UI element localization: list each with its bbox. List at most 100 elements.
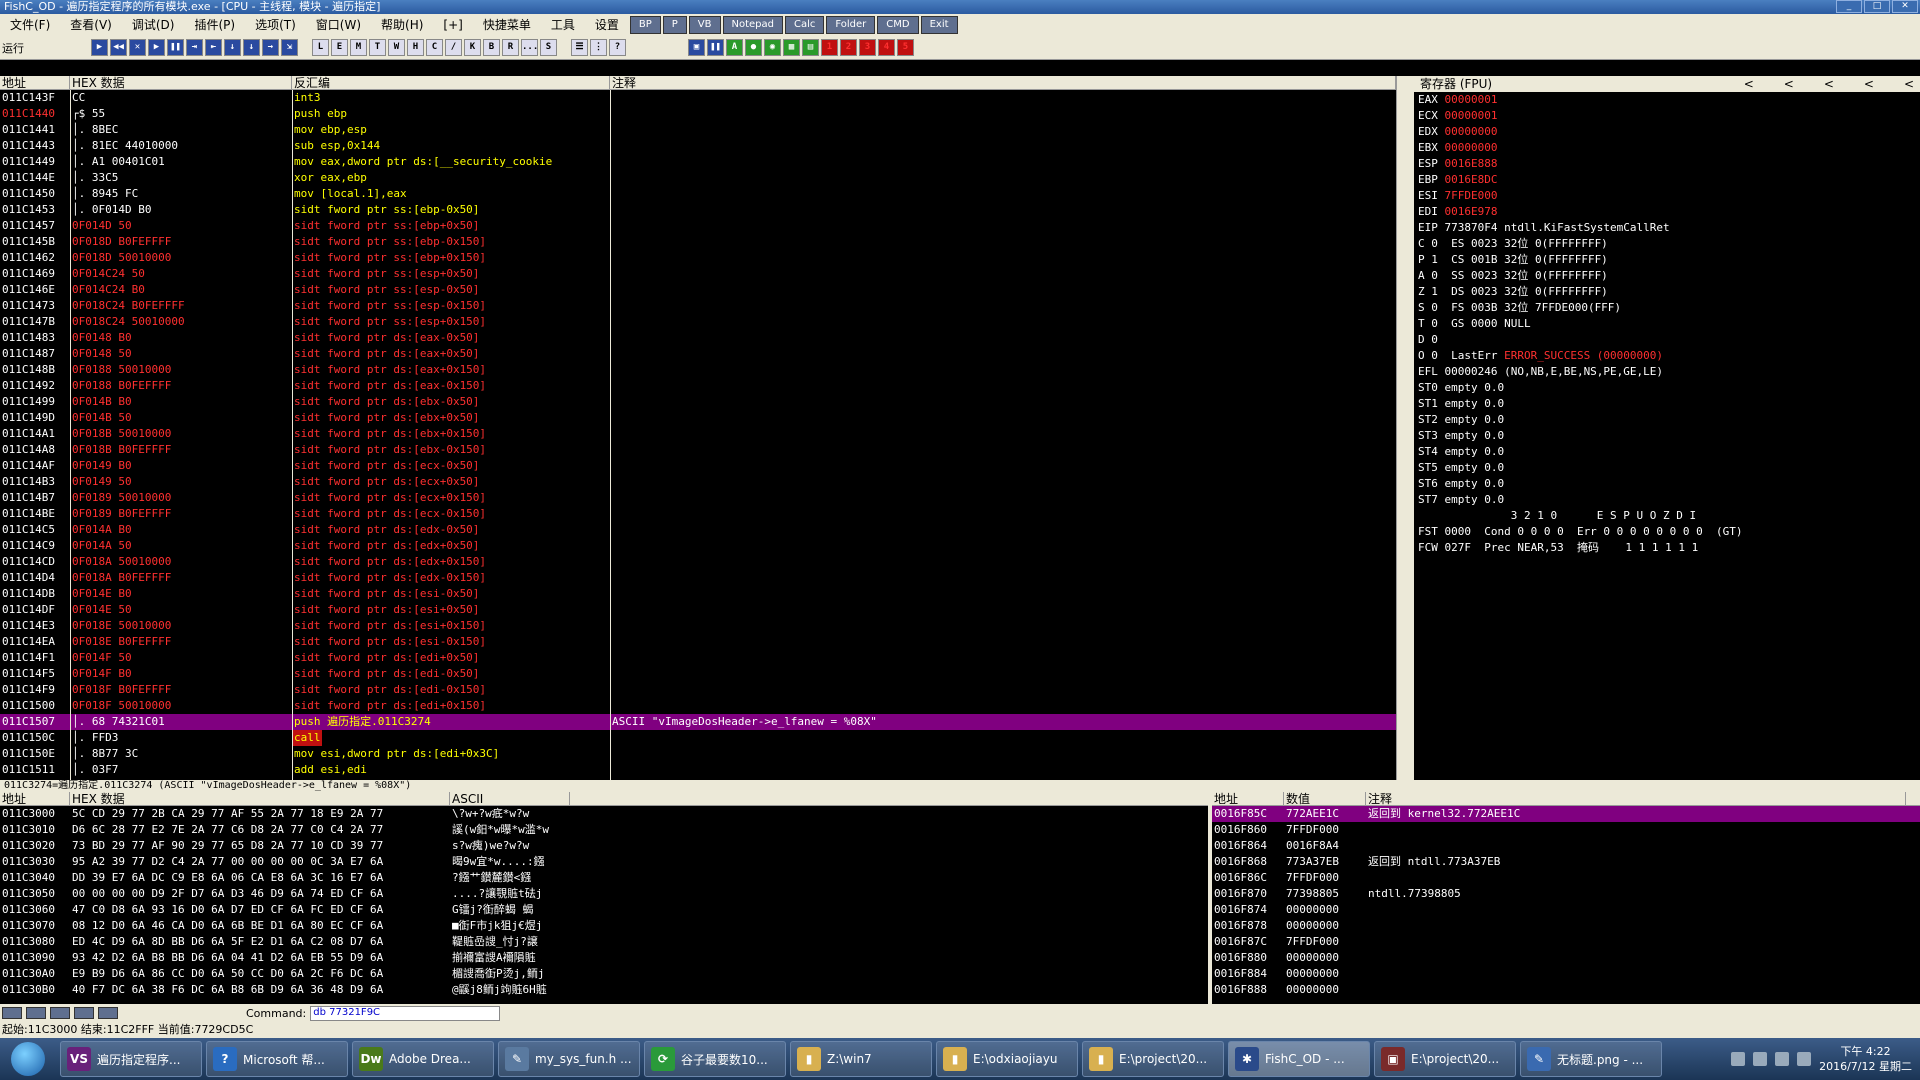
- cpu-row[interactable]: 011C1500 0F018F 50010000 sidt fword ptr d…: [0, 698, 1410, 714]
- stack-row[interactable]: 0016F888 00000000: [1212, 982, 1920, 998]
- register-row[interactable]: EAX 00000001: [1414, 92, 1920, 108]
- stack-row[interactable]: 0016F870 77398805 ntdll.77398805: [1212, 886, 1920, 902]
- cpu-row[interactable]: 011C14DF 0F014E 50 sidt fword ptr ds:[esi…: [0, 602, 1410, 618]
- cpu-row[interactable]: 011C14F9 0F018F B0FEFFFF sidt fword ptr d…: [0, 682, 1410, 698]
- toolbar-button[interactable]: ⋮: [590, 39, 607, 56]
- quick-button[interactable]: Exit: [920, 16, 958, 34]
- taskbar-item[interactable]: VS 遍历指定程序...: [60, 1041, 202, 1077]
- close-button[interactable]: ✕: [1892, 0, 1918, 13]
- cpu-row[interactable]: 011C14E3 0F018E 50010000 sidt fword ptr d…: [0, 618, 1410, 634]
- taskbar-item[interactable]: ✎ 无标题.png - ...: [1520, 1041, 1662, 1077]
- quick-button[interactable]: BP: [629, 16, 661, 34]
- cpu-row[interactable]: 011C14C9 0F014A 50 sidt fword ptr ds:[edx…: [0, 538, 1410, 554]
- registers-pane[interactable]: 寄存器 (FPU) < < < < < EAX 00000001 ECX 00000001…: [1410, 76, 1920, 780]
- cpu-row[interactable]: 011C1492 0F0188 B0FEFFFF sidt fword ptr d…: [0, 378, 1410, 394]
- dump-row[interactable]: 011C3080 ED 4C D9 6A 8D BB D6 6A 5F E2 D1…: [0, 934, 1208, 950]
- cpu-row[interactable]: 011C146E 0F014C24 B0 sidt fword ptr ss:[e…: [0, 282, 1410, 298]
- stack-row[interactable]: 0016F87C 7FFDF000: [1212, 934, 1920, 950]
- cpu-row[interactable]: 011C14DB 0F014E B0 sidt fword ptr ds:[esi…: [0, 586, 1410, 602]
- toolbar-button[interactable]: M: [350, 39, 367, 56]
- toolbar-button[interactable]: ↓: [243, 39, 260, 56]
- menu-item[interactable]: 插件(P): [184, 14, 245, 36]
- cpu-row[interactable]: 011C1453 │. 0F014D B0 sidt fword ptr ss:[e…: [0, 202, 1410, 218]
- stack-row[interactable]: 0016F86C 7FFDF000: [1212, 870, 1920, 886]
- menu-item[interactable]: 快捷菜单: [473, 14, 541, 36]
- quick-button[interactable]: Notepad: [722, 16, 783, 34]
- taskbar-item[interactable]: ▮ E:\odxiaojiayu: [936, 1041, 1078, 1077]
- status-btn[interactable]: [26, 1007, 46, 1019]
- toolbar-button[interactable]: /: [445, 39, 462, 56]
- menu-item[interactable]: [+]: [433, 14, 472, 36]
- register-value[interactable]: 00000001: [1445, 109, 1498, 122]
- taskbar-item[interactable]: ▮ E:\project\20...: [1082, 1041, 1224, 1077]
- toolbar-button[interactable]: ↓: [224, 39, 241, 56]
- toolbar-button[interactable]: 5: [897, 39, 914, 56]
- stack-row[interactable]: 0016F878 00000000: [1212, 918, 1920, 934]
- cpu-row[interactable]: 011C14A1 0F018B 50010000 sidt fword ptr d…: [0, 426, 1410, 442]
- toolbar-button[interactable]: ⇥: [186, 39, 203, 56]
- cpu-row[interactable]: 011C14AF 0F0149 B0 sidt fword ptr ds:[ecx…: [0, 458, 1410, 474]
- menu-item[interactable]: 调试(D): [122, 14, 185, 36]
- dump-row[interactable]: 011C3010 D6 6C 28 77 E2 7E 2A 77 C6 D8 2A…: [0, 822, 1208, 838]
- column-divider[interactable]: [292, 90, 293, 780]
- cpu-row[interactable]: 011C14EA 0F018E B0FEFFFF sidt fword ptr d…: [0, 634, 1410, 650]
- cpu-scrollbar[interactable]: [1396, 76, 1410, 780]
- status-btn[interactable]: [2, 1007, 22, 1019]
- menu-item[interactable]: 窗口(W): [306, 14, 371, 36]
- cpu-row[interactable]: 011C1440 ┌$ 55 push ebp: [0, 106, 1410, 122]
- cpu-row[interactable]: 011C14C5 0F014A B0 sidt fword ptr ds:[edx…: [0, 522, 1410, 538]
- register-value[interactable]: 00000001: [1445, 93, 1498, 106]
- toolbar-button[interactable]: ⇤: [205, 39, 222, 56]
- keyboard-icon[interactable]: [1731, 1052, 1746, 1066]
- stack-row[interactable]: 0016F884 00000000: [1212, 966, 1920, 982]
- toolbar-button[interactable]: 4: [878, 39, 895, 56]
- cpu-row[interactable]: 011C1511 │. 03F7 add esi,edi: [0, 762, 1410, 778]
- register-row[interactable]: ESP 0016E888: [1414, 156, 1920, 172]
- dump-row[interactable]: 011C3030 95 A2 39 77 D2 C4 2A 77 00 00 00…: [0, 854, 1208, 870]
- cpu-row[interactable]: 011C145B 0F018D B0FEFFFF sidt fword ptr s…: [0, 234, 1410, 250]
- toolbar-button[interactable]: ▶: [148, 39, 165, 56]
- command-input[interactable]: db 77321F9C: [310, 1005, 501, 1021]
- registers-nav[interactable]: < < < < <: [1744, 76, 1914, 92]
- register-row[interactable]: ESI 7FFDE000: [1414, 188, 1920, 204]
- dump-row[interactable]: 011C3000 5C CD 29 77 2B CA 29 77 AF 55 2A…: [0, 806, 1208, 822]
- taskbar-item[interactable]: ✱ FishC_OD - ...: [1228, 1041, 1370, 1077]
- toolbar-button[interactable]: ▤: [802, 39, 819, 56]
- menu-item[interactable]: 帮助(H): [371, 14, 433, 36]
- cpu-row[interactable]: 011C14F1 0F014F 50 sidt fword ptr ds:[edi…: [0, 650, 1410, 666]
- stack-row[interactable]: 0016F85C 772AEE1C 返回到 kernel32.772AEE1C: [1212, 806, 1920, 822]
- menu-item[interactable]: 文件(F): [0, 14, 60, 36]
- toolbar-button[interactable]: R: [502, 39, 519, 56]
- stack-row[interactable]: 0016F860 7FFDF000: [1212, 822, 1920, 838]
- cpu-row[interactable]: 011C1441 │. 8BEC mov ebp,esp: [0, 122, 1410, 138]
- cpu-row[interactable]: 011C1462 0F018D 50010000 sidt fword ptr s…: [0, 250, 1410, 266]
- stack-pane[interactable]: 地址 数值 注释 0016F85C 772AEE1C 返回到 kernel32.772A…: [1208, 792, 1920, 1004]
- clock[interactable]: 下午 4:22 2016/7/12 星期二: [1819, 1044, 1912, 1074]
- cpu-row[interactable]: 011C147B 0F018C24 50010000 sidt fword ptr…: [0, 314, 1410, 330]
- network-icon[interactable]: [1753, 1052, 1768, 1066]
- cpu-row[interactable]: 011C148B 0F0188 50010000 sidt fword ptr d…: [0, 362, 1410, 378]
- toolbar-button[interactable]: W: [388, 39, 405, 56]
- cpu-row[interactable]: 011C1443 │. 81EC 44010000 sub esp,0x144: [0, 138, 1410, 154]
- taskbar-item[interactable]: ✎ my_sys_fun.h ...: [498, 1041, 640, 1077]
- quick-button[interactable]: P: [662, 16, 687, 34]
- toolbar-button[interactable]: ▣: [688, 39, 705, 56]
- maximize-button[interactable]: □: [1864, 0, 1890, 13]
- minimize-button[interactable]: _: [1836, 0, 1862, 13]
- cpu-row[interactable]: 011C1473 0F018C24 B0FEFFFF sidt fword ptr…: [0, 298, 1410, 314]
- quick-button[interactable]: Folder: [826, 16, 876, 34]
- stack-row[interactable]: 0016F868 773A37EB 返回到 ntdll.773A37EB: [1212, 854, 1920, 870]
- toolbar-button[interactable]: K: [464, 39, 481, 56]
- cpu-row[interactable]: 011C150E │. 8B77 3C mov esi,dword ptr ds:[…: [0, 746, 1410, 762]
- stack-row[interactable]: 0016F864 0016F8A4: [1212, 838, 1920, 854]
- toolbar-button[interactable]: 1: [821, 39, 838, 56]
- register-row[interactable]: ECX 00000001: [1414, 108, 1920, 124]
- toolbar-button[interactable]: ?: [609, 39, 626, 56]
- cpu-row[interactable]: 011C1483 0F0148 B0 sidt fword ptr ds:[eax…: [0, 330, 1410, 346]
- cpu-row[interactable]: 011C14A8 0F018B B0FEFFFF sidt fword ptr d…: [0, 442, 1410, 458]
- taskbar-item[interactable]: ▣ E:\project\20...: [1374, 1041, 1516, 1077]
- menu-item[interactable]: 选项(T): [245, 14, 306, 36]
- register-row[interactable]: EBP 0016E8DC: [1414, 172, 1920, 188]
- toolbar-button[interactable]: ▶: [91, 39, 108, 56]
- toolbar-button[interactable]: T: [369, 39, 386, 56]
